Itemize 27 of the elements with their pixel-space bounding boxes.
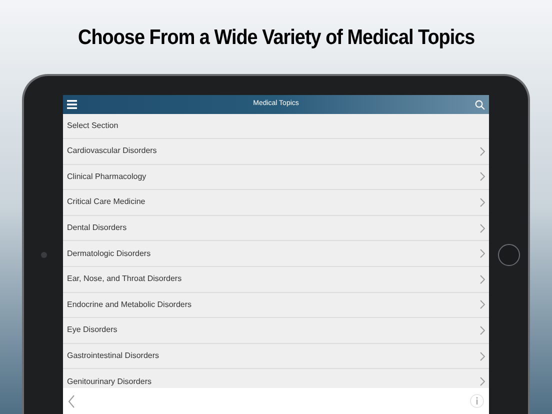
- camera-icon: [40, 252, 46, 258]
- topic-row[interactable]: Endocrine and Metabolic Disorders: [63, 292, 489, 318]
- home-button[interactable]: [498, 244, 520, 266]
- topic-row[interactable]: Ear, Nose, and Throat Disorders: [63, 266, 489, 293]
- chevron-icon: [480, 377, 485, 386]
- chevron-icon: [480, 146, 485, 156]
- chevron-icon: [480, 249, 485, 258]
- back-chevron-icon[interactable]: [68, 394, 75, 408]
- chevron-icon: [480, 326, 485, 335]
- chevron-icon: [480, 224, 485, 233]
- chevron-icon: [480, 300, 485, 310]
- chevron-icon: [480, 172, 485, 182]
- chevron-icon: [480, 198, 485, 207]
- topic-row[interactable]: Eye Disorders: [63, 318, 489, 344]
- topic-row[interactable]: Dermatologic Disorders: [63, 241, 489, 267]
- section-header: Select Section: [67, 120, 118, 132]
- menu-icon[interactable]: [67, 100, 77, 109]
- topic-row[interactable]: Dental Disorders: [63, 216, 489, 242]
- chevron-icon: [480, 352, 485, 361]
- topic-row[interactable]: Clinical Pharmacology: [63, 164, 489, 190]
- topic-row[interactable]: Gastrointestinal Disorders: [63, 344, 489, 370]
- topic-row[interactable]: Cardiovascular Disorders: [63, 139, 489, 165]
- search-icon[interactable]: [475, 100, 485, 110]
- headline: Choose From a Wide Variety of Medical Topics: [78, 26, 474, 48]
- topic-row[interactable]: Critical Care Medicine: [63, 190, 489, 216]
- info-icon[interactable]: [470, 394, 484, 408]
- chevron-icon: [480, 274, 485, 284]
